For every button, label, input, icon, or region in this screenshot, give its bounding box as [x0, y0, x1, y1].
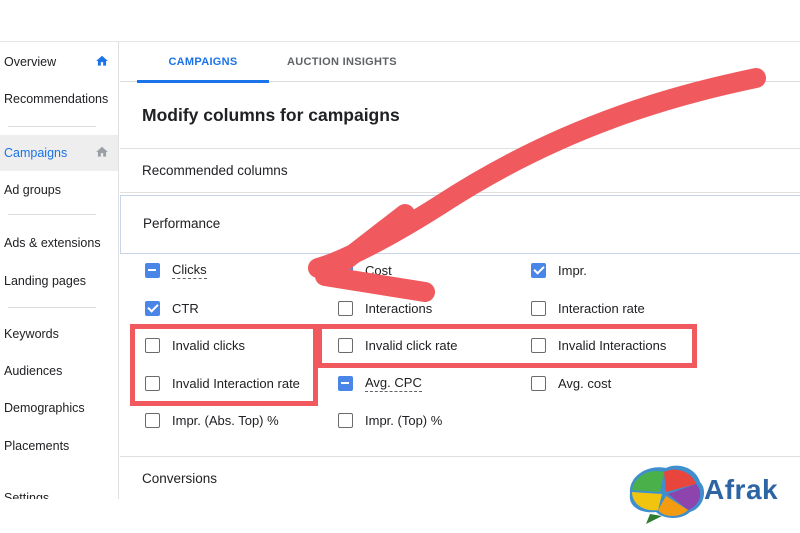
checkbox-impr-top[interactable]	[338, 412, 353, 428]
option-label: Interactions	[365, 300, 433, 316]
option-ctr[interactable]: CTR	[145, 296, 199, 320]
divider	[120, 192, 800, 193]
tab-label: CAMPAIGNS	[168, 56, 238, 68]
home-icon	[96, 146, 108, 157]
section-conversions[interactable]: Conversions	[142, 471, 217, 486]
option-invalid-interactions[interactable]: Invalid Interactions	[531, 333, 666, 357]
option-impr-abs-top[interactable]: Impr. (Abs. Top) %	[145, 408, 279, 432]
checkbox-invalid-interaction-rate[interactable]	[145, 375, 160, 391]
option-label: Avg. CPC	[365, 374, 422, 392]
tab-auction-insights[interactable]: AUCTION INSIGHTS	[272, 42, 412, 82]
sidebar-item-recommendations[interactable]: Recommendations	[0, 81, 118, 117]
option-label: Cost	[365, 262, 392, 278]
divider	[120, 148, 800, 149]
sidebar-item-label: Placements	[4, 439, 70, 453]
checkbox-invalid-clicks[interactable]	[145, 337, 160, 353]
option-clicks[interactable]: Clicks	[145, 258, 207, 282]
option-label: Impr. (Top) %	[365, 412, 443, 428]
checkbox-invalid-click-rate[interactable]	[338, 337, 353, 353]
checkbox-avg-cost[interactable]	[531, 375, 546, 391]
sidebar-divider	[8, 214, 96, 215]
tab-bar: CAMPAIGNS AUCTION INSIGHTS	[120, 42, 800, 83]
option-label: Invalid click rate	[365, 337, 458, 353]
option-invalid-click-rate[interactable]: Invalid click rate	[338, 333, 457, 357]
checkbox-impr-abs-top[interactable]	[145, 412, 160, 428]
logo-text: Afrak	[704, 474, 779, 505]
sidebar-item-keywords[interactable]: Keywords	[0, 316, 118, 352]
main-panel: CAMPAIGNS AUCTION INSIGHTS Modify column…	[120, 42, 800, 499]
sidebar-item-campaigns[interactable]: Campaigns	[0, 135, 118, 171]
sidebar-item-label: Audiences	[4, 364, 63, 378]
sidebar-item-label: Overview	[4, 55, 57, 69]
sidebar-item-settings[interactable]: Settings	[0, 480, 118, 499]
option-interactions[interactable]: Interactions	[338, 296, 432, 320]
divider	[120, 456, 800, 457]
sidebar-item-placements[interactable]: Placements	[0, 428, 118, 464]
sidebar-divider	[8, 307, 96, 308]
option-avg-cost[interactable]: Avg. cost	[531, 371, 611, 395]
checkbox-interactions[interactable]	[338, 300, 353, 316]
top-bar	[0, 0, 800, 42]
checkbox-cost[interactable]	[338, 262, 353, 278]
checkbox-impr[interactable]	[531, 262, 546, 278]
checkbox-avg-cpc[interactable]	[338, 375, 353, 391]
sidebar-item-label: Campaigns	[4, 146, 68, 160]
section-recommended-columns[interactable]: Recommended columns	[142, 163, 288, 178]
section-performance-header[interactable]: Performance	[120, 195, 800, 254]
option-label: Invalid clicks	[172, 337, 245, 353]
sidebar-item-label: Recommendations	[4, 92, 109, 106]
checkbox-interaction-rate[interactable]	[531, 300, 546, 316]
option-invalid-interaction-rate[interactable]: Invalid Interaction rate	[145, 371, 300, 395]
home-icon	[96, 55, 108, 66]
sidebar-divider	[8, 126, 96, 127]
sidebar-item-label: Demographics	[4, 401, 85, 415]
checkbox-clicks[interactable]	[145, 262, 160, 278]
tab-label: AUCTION INSIGHTS	[287, 56, 397, 68]
option-label: Impr. (Abs. Top) %	[172, 412, 279, 428]
tab-campaigns[interactable]: CAMPAIGNS	[137, 42, 269, 83]
sidebar-nav: Overview Recommendations Campaigns Ad gr…	[0, 42, 119, 499]
sidebar-item-demographics[interactable]: Demographics	[0, 390, 118, 426]
sidebar-item-overview[interactable]: Overview	[0, 44, 118, 80]
option-label: Clicks	[172, 261, 207, 279]
sidebar-item-label: Keywords	[4, 327, 59, 341]
checkbox-invalid-interactions[interactable]	[531, 337, 546, 353]
dialog-title: Modify columns for campaigns	[142, 105, 400, 125]
sidebar-item-label: Ads & extensions	[4, 236, 101, 250]
option-label: Impr.	[558, 262, 587, 278]
sidebar-item-ad-groups[interactable]: Ad groups	[0, 172, 118, 208]
sidebar-item-ads-extensions[interactable]: Ads & extensions	[0, 225, 118, 261]
checkbox-ctr[interactable]	[145, 300, 160, 316]
option-label: Invalid Interaction rate	[172, 375, 300, 391]
section-performance: Performance	[143, 216, 221, 231]
option-interaction-rate[interactable]: Interaction rate	[531, 296, 645, 320]
sidebar-item-label: Landing pages	[4, 274, 87, 288]
option-impr-top[interactable]: Impr. (Top) %	[338, 408, 442, 432]
sidebar-item-landing-pages[interactable]: Landing pages	[0, 263, 118, 299]
option-avg-cpc[interactable]: Avg. CPC	[338, 371, 422, 395]
option-invalid-clicks[interactable]: Invalid clicks	[145, 333, 245, 357]
option-label: Interaction rate	[558, 300, 645, 316]
sidebar-item-audiences[interactable]: Audiences	[0, 353, 118, 389]
option-label: Invalid Interactions	[558, 337, 667, 353]
option-label: Avg. cost	[558, 375, 612, 391]
option-cost[interactable]: Cost	[338, 258, 392, 282]
option-label: CTR	[172, 300, 199, 316]
sidebar-item-label: Settings	[4, 491, 50, 499]
option-impr[interactable]: Impr.	[531, 258, 587, 282]
sidebar-item-label: Ad groups	[4, 183, 61, 197]
